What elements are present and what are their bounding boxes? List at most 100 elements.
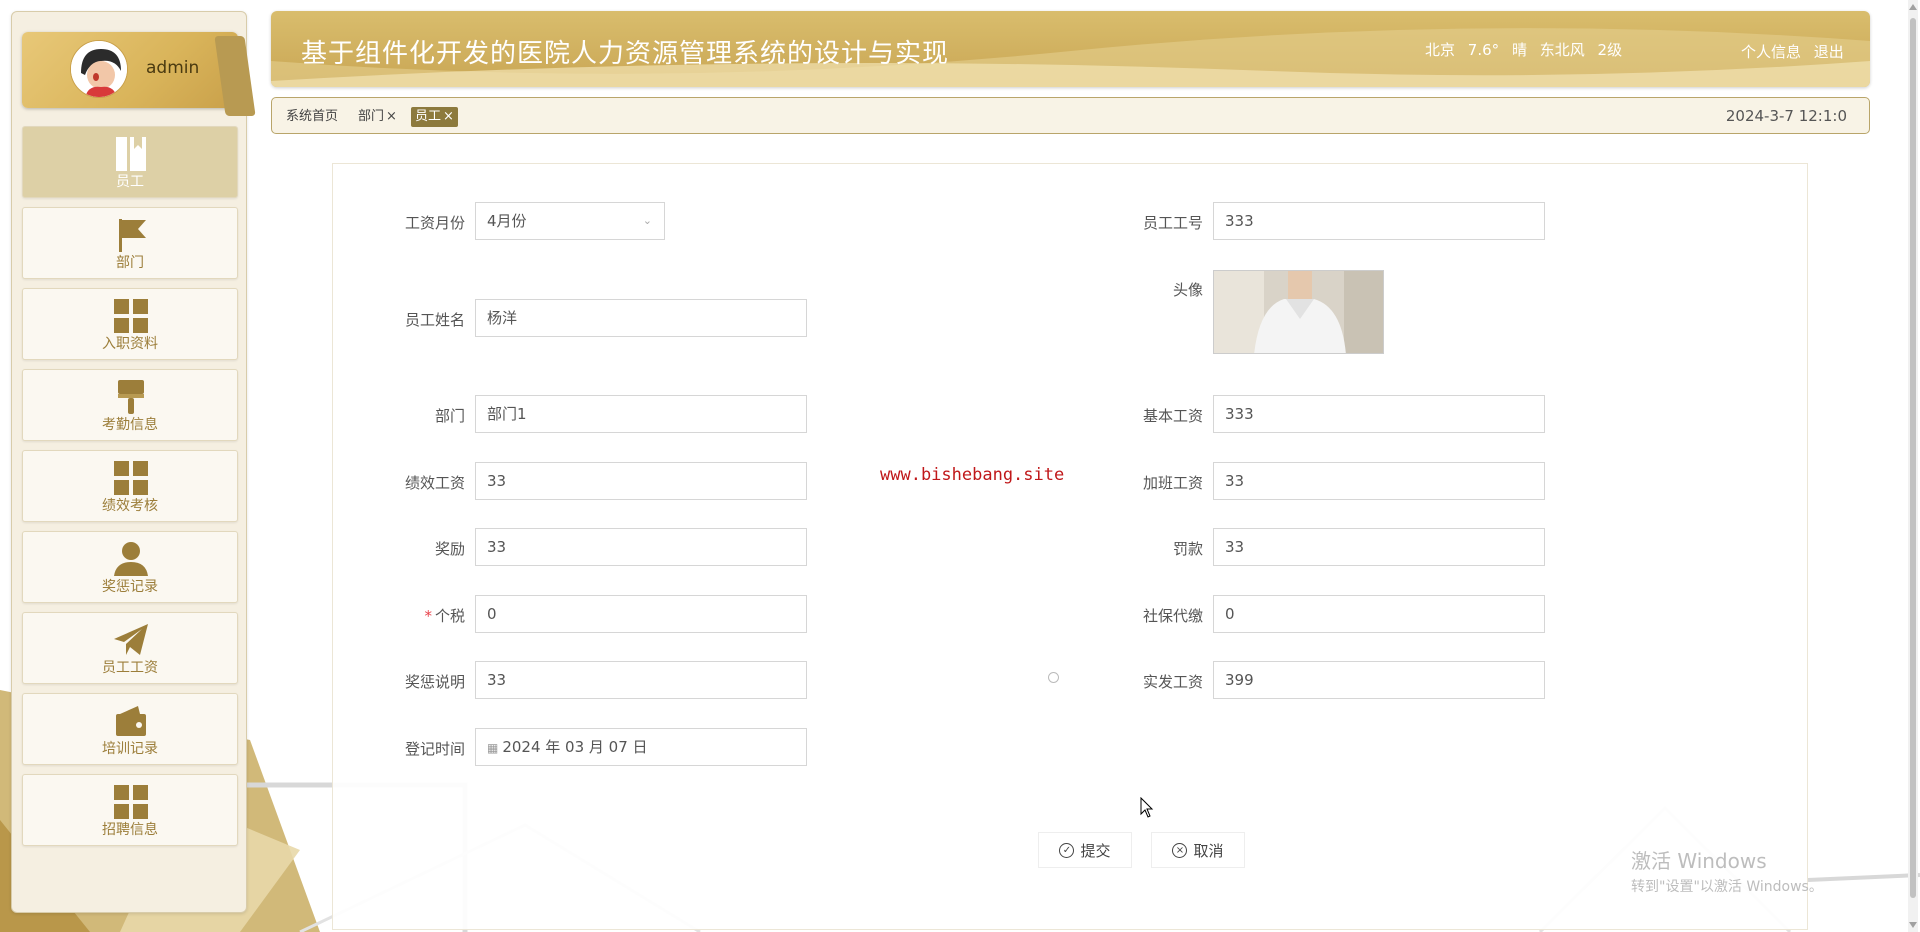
department-input[interactable]: 部门1 (475, 395, 807, 433)
calendar-icon: ▦ (487, 741, 499, 755)
tax-input[interactable]: 0 (475, 595, 807, 633)
performance-salary-input[interactable]: 33 (475, 462, 807, 500)
bonus-label: 奖励 (434, 540, 465, 558)
weather-city: 北京 (1425, 41, 1456, 59)
net-salary-input[interactable]: 399 (1213, 661, 1545, 699)
tax-label: * 个税 (345, 605, 465, 626)
sidebar-item-label: 入职资料 (102, 336, 158, 352)
avatar[interactable] (70, 40, 128, 98)
required-mark: * (424, 607, 432, 625)
book-icon (116, 137, 146, 171)
social-security-label: 社保代缴 (1142, 607, 1203, 625)
base-salary-input[interactable]: 333 (1213, 395, 1545, 433)
tab-bar: 系统首页 部门 × 员工 × 2024-3-7 12:1:0 (271, 97, 1870, 134)
base-salary-label: 基本工资 (1142, 407, 1203, 425)
employee-no-input[interactable]: 333 (1213, 202, 1545, 240)
mouse-cursor-icon (1140, 797, 1154, 818)
user-card: admin (22, 32, 256, 116)
net-salary-label: 实发工资 (1142, 673, 1203, 691)
reward-note-input[interactable]: 33 (475, 661, 807, 699)
register-time-input[interactable]: ▦ 2024 年 03 月 07 日 (475, 728, 807, 766)
tab-employee[interactable]: 员工 × (411, 107, 458, 127)
grid-icon (114, 785, 148, 819)
tab-label: 部门 (358, 109, 385, 124)
employee-photo-icon (1214, 271, 1383, 353)
department-label: 部门 (434, 407, 465, 425)
check-circle-icon: ✓ (1059, 842, 1075, 858)
windows-activation-notice: 激活 Windows 转到"设置"以激活 Windows。 (1631, 845, 1823, 896)
tab-close-icon[interactable]: × (443, 109, 454, 124)
activation-subtitle: 转到"设置"以激活 Windows。 (1631, 879, 1823, 895)
logout-link[interactable]: 退出 (1814, 43, 1844, 61)
avatar-icon (71, 41, 127, 97)
tax-label-text: 个税 (434, 607, 465, 625)
sidebar-item-salary[interactable]: 员工工资 (22, 612, 238, 684)
sidebar-item-recruitment[interactable]: 招聘信息 (22, 774, 238, 846)
weather-temp: 7.6° (1467, 41, 1500, 59)
watermark: www.bishebang.site (880, 465, 1065, 485)
bonus-input[interactable]: 33 (475, 528, 807, 566)
username: admin (146, 58, 200, 78)
sidebar-item-label: 部门 (116, 255, 144, 271)
employee-no-label: 员工工号 (1142, 214, 1203, 232)
sidebar-item-label: 员工工资 (102, 660, 158, 676)
tab-label: 员工 (415, 109, 442, 124)
salary-month-select[interactable]: 4月份 ⌄ (475, 202, 665, 240)
close-circle-icon: × (1172, 842, 1188, 858)
grid-icon (114, 299, 148, 333)
weather-info: 北京 7.6° 晴 东北风 2级 (1425, 39, 1630, 60)
tab-department[interactable]: 部门 × (354, 107, 401, 127)
overtime-salary-input[interactable]: 33 (1213, 462, 1545, 500)
avatar-photo[interactable] (1213, 270, 1384, 354)
card-flap (214, 36, 256, 116)
current-datetime: 2024-3-7 12:1:0 (1725, 107, 1847, 125)
tab-close-icon[interactable]: × (386, 109, 397, 124)
penalty-label: 罚款 (1172, 540, 1203, 558)
tab-home[interactable]: 系统首页 (282, 107, 342, 127)
sidebar-item-performance[interactable]: 绩效考核 (22, 450, 238, 522)
profile-link[interactable]: 个人信息 (1741, 43, 1801, 61)
flag-icon (119, 219, 146, 252)
brush-icon (118, 380, 144, 414)
reward-note-label: 奖惩说明 (404, 673, 465, 691)
register-time-label: 登记时间 (404, 740, 465, 758)
sidebar-item-training[interactable]: 培训记录 (22, 693, 238, 765)
user-links: 个人信息 退出 (1741, 41, 1852, 62)
scrollbar[interactable] (1908, 0, 1918, 932)
sidebar-item-label: 员工 (116, 174, 144, 190)
user-icon (114, 542, 148, 576)
activation-title: 激活 Windows (1631, 849, 1767, 873)
clear-icon[interactable] (1048, 672, 1059, 683)
penalty-input[interactable]: 33 (1213, 528, 1545, 566)
sidebar-item-label: 奖惩记录 (102, 579, 158, 595)
sidebar-item-department[interactable]: 部门 (22, 207, 238, 279)
sidebar-item-rewards[interactable]: 奖惩记录 (22, 531, 238, 603)
employee-name-input[interactable]: 杨洋 (475, 299, 807, 337)
performance-salary-label: 绩效工资 (404, 474, 465, 492)
weather-condition: 晴 (1511, 41, 1527, 59)
submit-button[interactable]: ✓ 提交 (1038, 832, 1132, 868)
header: 基于组件化开发的医院人力资源管理系统的设计与实现 北京 7.6° 晴 东北风 2… (271, 11, 1870, 87)
chevron-down-icon: ⌄ (642, 214, 652, 227)
social-security-input[interactable]: 0 (1213, 595, 1545, 633)
employee-name-label: 员工姓名 (404, 311, 465, 329)
sidebar-item-onboarding[interactable]: 入职资料 (22, 288, 238, 360)
page-title: 基于组件化开发的医院人力资源管理系统的设计与实现 (301, 39, 950, 69)
sidebar-item-label: 绩效考核 (102, 498, 158, 514)
salary-month-value: 4月份 (487, 212, 527, 230)
paper-plane-icon (114, 624, 148, 655)
weather-level: 2级 (1597, 41, 1623, 59)
avatar-label: 头像 (1172, 281, 1203, 299)
sidebar-item-attendance[interactable]: 考勤信息 (22, 369, 238, 441)
sidebar-item-employee[interactable]: 员工 (22, 126, 238, 198)
sidebar: admin 员工 部门 入职资料 考勤信息 绩效考核 奖惩记录 员工工资 培训记… (11, 11, 256, 913)
sidebar-item-label: 培训记录 (102, 741, 158, 757)
weather-wind: 东北风 (1539, 41, 1585, 59)
cancel-button[interactable]: × 取消 (1151, 832, 1245, 868)
cancel-label: 取消 (1193, 841, 1224, 860)
wallet-icon (116, 706, 146, 736)
overtime-salary-label: 加班工资 (1142, 474, 1203, 492)
grid-icon (114, 461, 148, 495)
sidebar-item-label: 考勤信息 (102, 417, 158, 433)
register-time-value: 2024 年 03 月 07 日 (502, 738, 648, 756)
